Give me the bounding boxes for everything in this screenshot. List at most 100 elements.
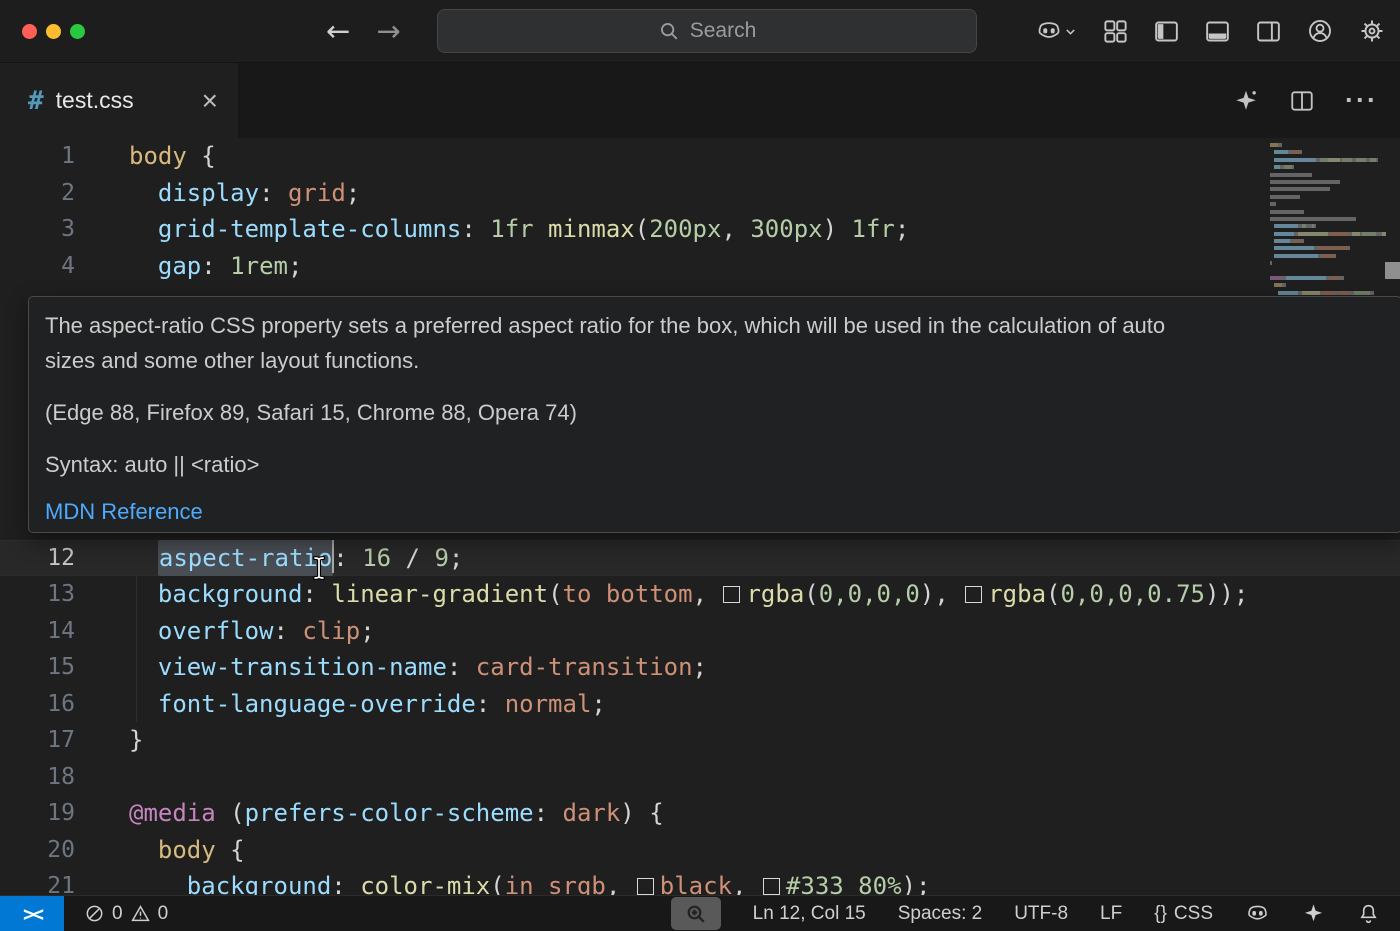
code-token: linear-gradient [331,580,548,608]
zoom-indicator[interactable] [671,897,721,930]
code-token: , [721,215,750,243]
code-token: background [187,872,332,896]
copilot-status[interactable] [1245,901,1270,926]
code-text: gap: 1rem; [75,248,302,285]
sparkle-button[interactable] [1302,902,1325,925]
scrollbar-thumb[interactable] [1385,262,1400,279]
code-line-19[interactable]: 19@media (prefers-color-scheme: dark) { [0,795,1400,832]
remote-icon: >< [23,902,41,926]
close-window-button[interactable] [22,24,37,39]
problems-button[interactable]: 0 0 [84,903,168,925]
editor-actions: ··· [1233,63,1378,138]
code-token: 300px [750,215,822,243]
code-line-20[interactable]: 20 body { [0,832,1400,869]
minimap-line [1270,254,1386,258]
code-line-21[interactable]: 21 background: color-mix(in srgb, black,… [0,868,1400,896]
copilot-button[interactable] [1035,17,1078,45]
code-token: , [606,872,635,896]
account-button[interactable] [1306,17,1334,45]
color-swatch[interactable] [723,586,740,603]
indentation-setting[interactable]: Spaces: 2 [898,903,983,925]
code-token: ; [591,690,605,718]
tab-test-css[interactable]: # test.css × [0,63,238,138]
code-token: rgba [746,580,804,608]
mdn-reference-link[interactable]: MDN Reference [45,499,203,524]
code-token: black [660,872,732,896]
toggle-primary-sidebar-button[interactable] [1153,18,1180,45]
code-token: ( [490,872,504,896]
code-token: rgba [988,580,1046,608]
toggle-secondary-sidebar-button[interactable] [1255,18,1282,45]
minimize-window-button[interactable] [46,24,61,39]
zoom-window-button[interactable] [70,24,85,39]
code-token: 80% [844,872,902,896]
color-swatch[interactable] [763,878,780,895]
code-line-12[interactable]: 12 aspect-ratio: 16 / 9; [0,540,1400,577]
code-line-18[interactable]: 18 [0,759,1400,796]
encoding-setting[interactable]: UTF-8 [1014,903,1068,925]
code-token [129,872,187,896]
panel-left-icon [1153,18,1180,45]
back-button[interactable]: ← [326,14,350,48]
notifications-bell[interactable] [1357,902,1380,925]
minimap[interactable] [1270,143,1386,298]
code-token [129,544,158,572]
minimap-line [1270,150,1386,154]
code-token: clip [302,617,360,645]
more-actions-button[interactable]: ··· [1345,85,1378,116]
code-token: 1fr [852,215,895,243]
code-token: { [187,142,216,170]
code-line-17[interactable]: 17} [0,722,1400,759]
code-line-1[interactable]: 1body { [0,138,1400,175]
forward-button[interactable]: → [376,14,400,48]
cursor-position[interactable]: Ln 12, Col 15 [753,903,866,925]
code-token: : [333,544,362,572]
code-token: ( [635,215,649,243]
remote-indicator[interactable]: >< [0,896,64,931]
customize-layout-button[interactable] [1102,18,1129,45]
code-token: ( [804,580,818,608]
code-token: ) [823,215,852,243]
eol-setting[interactable]: LF [1100,903,1122,925]
code-token: : [534,799,563,827]
code-token: font-language-override [158,690,476,718]
minimap-line [1270,283,1386,287]
code-line-13[interactable]: 13 background: linear-gradient(to bottom… [0,576,1400,613]
code-line-16[interactable]: 16 font-language-override: normal; [0,686,1400,723]
code-token: : [461,215,490,243]
code-line-14[interactable]: 14 overflow: clip; [0,613,1400,650]
code-token: ), [920,580,963,608]
close-tab-button[interactable]: × [202,87,238,115]
toggle-panel-button[interactable] [1204,18,1231,45]
code-token: grid [288,179,346,207]
indent-guide [136,576,137,722]
code-token: : [274,617,303,645]
color-swatch[interactable] [965,586,982,603]
code-line-3[interactable]: 3 grid-template-columns: 1fr minmax(200p… [0,211,1400,248]
code-line-4[interactable]: 4 gap: 1rem; [0,248,1400,285]
code-token: card-transition [476,653,693,681]
code-token: ; [288,252,302,280]
copilot-edits-button[interactable] [1233,88,1259,114]
vscode-window: ← → Search [0,0,1400,931]
line-number: 13 [0,576,75,613]
css-file-icon: # [28,86,44,116]
statusbar-right: Ln 12, Col 15 Spaces: 2 UTF-8 LF {} CSS [671,897,1400,930]
code-line-15[interactable]: 15 view-transition-name: card-transition… [0,649,1400,686]
split-editor-button[interactable] [1289,88,1315,114]
line-number: 15 [0,649,75,686]
language-mode[interactable]: {} CSS [1154,903,1213,925]
code-token: ; [346,179,360,207]
editor: 1body {2 display: grid;3 grid-template-c… [0,138,1400,896]
minimap-line [1270,232,1386,236]
line-number: 14 [0,613,75,650]
color-swatch[interactable] [637,878,654,895]
code-token: gap [158,252,201,280]
code-line-2[interactable]: 2 display: grid; [0,175,1400,212]
search-box[interactable]: Search [437,9,977,53]
code-token: , [732,872,761,896]
code-token: { [216,836,245,864]
minimap-line [1270,195,1386,199]
account-icon [1306,17,1334,45]
settings-button[interactable] [1358,17,1386,45]
